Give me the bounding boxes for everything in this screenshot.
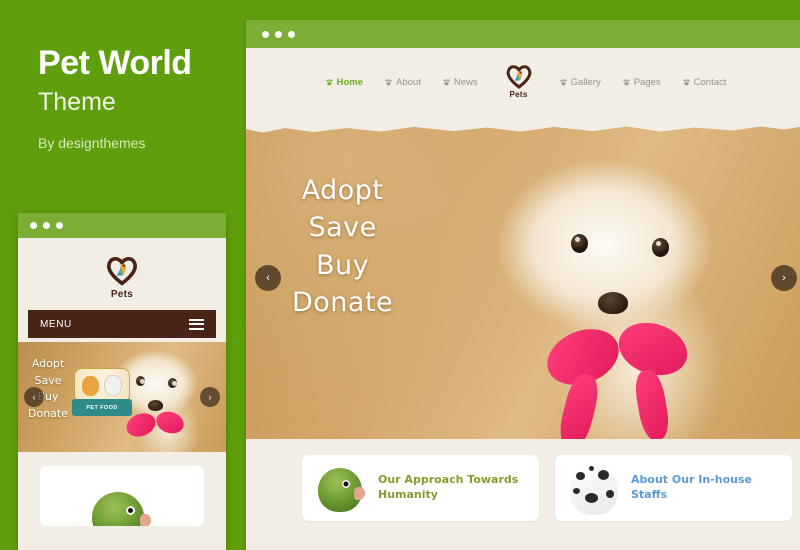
feature-card-staff[interactable]: About Our In-house Staffs: [555, 455, 792, 521]
parrot-beak-icon: [354, 487, 365, 500]
hero-line-1: Adopt: [301, 175, 384, 206]
mobile-hero-line-4: Donate: [28, 406, 68, 420]
hero-line-4: Donate: [292, 286, 394, 318]
nav-item-home[interactable]: Home: [315, 77, 374, 88]
nav-item-news-label: News: [453, 76, 478, 88]
mobile-puppy-eye-right: [168, 378, 177, 388]
mobile-slider-prev-button[interactable]: ‹: [24, 387, 44, 407]
hero-line-2: Save: [308, 212, 377, 244]
site-logo[interactable]: Pets: [505, 63, 533, 101]
dalmatian-spot: [606, 490, 614, 498]
mobile-titlebar: [18, 213, 226, 238]
desktop-titlebar: [246, 20, 800, 48]
mobile-menu-label: MENU: [40, 318, 72, 330]
promo-block: Pet World Theme By designthemes: [38, 44, 248, 151]
hamburger-icon[interactable]: [189, 318, 204, 330]
mobile-window-dot-2[interactable]: [43, 222, 50, 229]
mobile-parrot-eye-icon: [126, 506, 135, 515]
puppy-eye-right: [652, 238, 669, 257]
nav-item-home-label: Home: [336, 76, 364, 88]
cat-illustration-icon: [82, 376, 99, 396]
ribbon-tail-right: [632, 368, 672, 439]
nav-left-group: Home About News: [315, 77, 489, 88]
dalmatian-nose-icon: [585, 493, 598, 503]
nav-right-group: Gallery Pages Contact: [549, 77, 738, 88]
promo-author: By designthemes: [38, 134, 146, 151]
pet-food-badge-ribbon: PET FOOD: [72, 399, 132, 416]
heart-bird-logo-icon: [506, 65, 531, 89]
paw-icon: [682, 78, 690, 85]
heart-bird-logo-icon: [106, 256, 138, 286]
feature-card-staff-title: About Our In-house Staffs: [631, 473, 753, 501]
mobile-hero-slider: Adopt Save Buy Donate PET FOOD ‹ ›: [18, 342, 226, 452]
paw-icon: [385, 78, 392, 85]
dalmatian-spot: [573, 488, 580, 494]
paw-icon: [559, 78, 567, 85]
puppy-nose: [598, 292, 628, 314]
window-dot-2[interactable]: [275, 30, 282, 38]
dalmatian-spot: [598, 470, 609, 480]
mobile-parrot-body-icon: [92, 492, 144, 526]
nav-item-gallery-label: Gallery: [570, 76, 601, 88]
parrot-thumbnail: [312, 460, 368, 516]
feature-card-approach[interactable]: Our Approach Towards Humanity: [302, 455, 539, 521]
mobile-puppy-eye-left: [136, 376, 145, 386]
nav-item-pages-label: Pages: [633, 76, 661, 88]
mobile-slider-next-button[interactable]: ›: [200, 387, 220, 407]
mobile-feature-card[interactable]: [40, 466, 204, 526]
feature-card-list: Our Approach Towards Humanity About Our …: [246, 439, 800, 521]
pet-food-badge: PET FOOD: [72, 368, 132, 416]
mobile-parrot-beak-icon: [140, 514, 151, 526]
hero-slider: Adopt Save Buy Donate ‹ ›: [246, 116, 800, 439]
nav-item-gallery[interactable]: Gallery: [549, 77, 612, 88]
mobile-ribbon-right: [153, 408, 187, 437]
paw-icon: [443, 78, 450, 85]
slider-prev-button[interactable]: ‹: [255, 264, 281, 291]
hero-headline: Adopt Save Buy Donate: [292, 172, 393, 321]
desktop-preview-window: Home About News Pets Gallery Pages Conta…: [246, 20, 800, 550]
hero-line-3: Buy: [316, 249, 370, 281]
nav-item-contact-label: Contact: [693, 76, 727, 88]
nav-item-pages[interactable]: Pages: [612, 77, 672, 88]
mobile-hero-line-1: Adopt: [31, 357, 65, 370]
mobile-window-dot-1[interactable]: [30, 222, 37, 229]
site-navigation: Home About News Pets Gallery Pages Conta…: [246, 48, 800, 116]
promo-subtitle: Theme: [38, 87, 116, 116]
mobile-site-logo-label: Pets: [110, 289, 134, 300]
page-title: Pet World: [38, 44, 192, 82]
nav-item-about-label: About: [396, 76, 421, 88]
nav-item-contact[interactable]: Contact: [672, 77, 738, 88]
mobile-puppy-nose: [148, 400, 163, 411]
paw-icon: [623, 78, 630, 85]
dalmatian-spot: [589, 466, 594, 471]
pet-food-badge-body: [74, 368, 130, 403]
dalmatian-spot: [576, 472, 585, 480]
parrot-eye-icon: [342, 480, 350, 488]
puppy-eye-left: [571, 234, 588, 253]
feature-card-approach-title: Our Approach Towards Humanity: [378, 473, 519, 501]
dalmatian-thumbnail: [565, 460, 621, 516]
window-dot-1[interactable]: [262, 30, 269, 38]
site-logo-label: Pets: [509, 90, 528, 99]
slider-next-button[interactable]: ›: [771, 264, 797, 291]
mobile-window-dot-3[interactable]: [56, 222, 63, 229]
paw-icon: [325, 78, 333, 85]
nav-item-news[interactable]: News: [432, 77, 489, 88]
mobile-preview-window: Pets MENU Adopt Save Buy Donate PET FOOD: [18, 213, 226, 550]
window-dot-3[interactable]: [288, 30, 295, 38]
nav-item-about[interactable]: About: [374, 77, 432, 88]
mobile-site-logo[interactable]: Pets: [18, 238, 226, 310]
mobile-menu-bar[interactable]: MENU: [28, 310, 216, 338]
dog-illustration-icon: [104, 375, 122, 396]
